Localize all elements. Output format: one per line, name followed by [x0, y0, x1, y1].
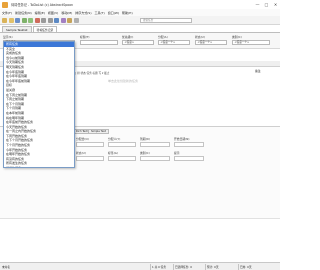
filter-status-label: 状态(U) — [195, 34, 205, 39]
tags-field[interactable] — [108, 156, 136, 161]
print-icon[interactable] — [60, 17, 66, 23]
new-task-icon[interactable] — [21, 17, 27, 23]
assigned-to-field[interactable] — [76, 142, 104, 147]
menu-view[interactable]: 视图(V) — [48, 11, 58, 15]
filter-priority-select[interactable]: <任意> — [122, 40, 154, 45]
menu-edit[interactable]: 编辑(E) — [35, 11, 45, 15]
window-title: 待将任务记 - ToDoList (c) AbstractSpoon — [11, 3, 74, 7]
comments-area[interactable] — [0, 218, 280, 262]
new-subtask-icon[interactable] — [28, 17, 33, 23]
status-field[interactable] — [76, 156, 104, 161]
filter-show-label: 显示(S) — [3, 34, 13, 39]
help-icon[interactable] — [73, 17, 79, 23]
tab-label: 待将任务记录 — [36, 27, 54, 32]
assigned-to-label: 分配给(O) — [76, 137, 89, 141]
menu-bar: 文件(F) 新建任务(N) 编辑(E) 视图(V) 移动(M) 排序方式(S) … — [0, 9, 280, 16]
filter-assigned-select[interactable]: <任意一个> — [158, 40, 190, 45]
app-icon — [2, 1, 8, 8]
preferences-icon[interactable] — [67, 17, 72, 23]
tags-label: 标签(G) — [108, 151, 118, 155]
status-bar: 未命名 1 共 0 任务 已选择任务: 0 预计: 0天 已用: 0天 — [0, 262, 280, 270]
filter-show-dropdown-list[interactable]: 所有任务 不完全 完成的任务 当今以前到期 今天到期任务 明天到期任务 在今年底到期 在今年年… — [3, 41, 75, 168]
status-task-count: 1 共 0 任务 — [152, 264, 167, 269]
status-selected: 已选择任务: 0 — [175, 264, 192, 269]
status-file: 未命名 — [2, 264, 11, 269]
status-spent: 已用: 0天 — [240, 264, 252, 269]
find-icon[interactable] — [54, 17, 59, 23]
minimize-button[interactable]: — — [253, 0, 262, 8]
tab-current-tasklist[interactable]: 待将任务记录 — [32, 26, 58, 32]
menu-new-task[interactable]: 新建任务(N) — [15, 11, 32, 15]
tasklist-tabs: Sample Tasklist 待将任务记录 — [0, 26, 280, 33]
dropdown-option[interactable]: 标记的任务 — [4, 166, 74, 167]
maximize-button[interactable]: □ — [262, 0, 271, 8]
filter-title-input[interactable] — [80, 40, 118, 45]
filter-category-label: 类别(C) — [232, 34, 242, 39]
column-headers[interactable]: 标 | 排 状态 任务 标题 写 ▾ 截止 — [72, 71, 109, 75]
status-separator — [238, 264, 239, 270]
menu-window[interactable]: 窗口(W) — [108, 11, 119, 15]
filter-category-select[interactable]: <任意一个> — [232, 40, 270, 45]
due-date-label: 到期(D) — [140, 137, 150, 141]
undo-icon[interactable] — [41, 17, 46, 23]
new-file-icon[interactable] — [2, 17, 7, 23]
menu-help[interactable]: 帮助(H) — [122, 11, 133, 15]
category-field[interactable] — [140, 156, 170, 161]
status-label: 状态(U) — [76, 151, 86, 155]
empty-list-hint[interactable]: 单击此处创建新的任务 — [108, 79, 138, 83]
toolbar: 搜索任务 — [0, 16, 280, 25]
filter-title-label: 标题(T) — [80, 34, 90, 39]
status-separator — [173, 264, 174, 270]
menu-move[interactable]: 移动(M) — [61, 11, 72, 15]
save-icon[interactable] — [15, 17, 20, 23]
filter-status-select[interactable]: <任意一个> — [195, 40, 227, 45]
comments-label: 备注 — [255, 69, 261, 73]
tab-label: Sample Tasklist — [6, 27, 28, 32]
close-button[interactable]: ✕ — [271, 0, 280, 8]
assigned-by-field[interactable] — [108, 142, 136, 147]
assigned-by-label: 分配人(Y) — [108, 137, 121, 141]
menu-tools[interactable]: 工具(T) — [95, 11, 105, 15]
menu-file[interactable]: 文件(F) — [2, 11, 12, 15]
open-folder-icon[interactable] — [8, 17, 14, 23]
redo-icon[interactable] — [47, 17, 53, 23]
reminder-field[interactable] — [174, 156, 204, 161]
status-separator — [150, 264, 151, 270]
status-separator — [205, 264, 206, 270]
search-input[interactable]: 搜索任务 — [140, 18, 192, 23]
window-controls: — □ ✕ — [253, 0, 280, 8]
start-date-field[interactable] — [174, 142, 204, 147]
comments-format-simple[interactable]: Simple Text — [88, 129, 109, 134]
menu-sort[interactable]: 排序方式(S) — [75, 11, 91, 15]
filter-assigned-label: 分配(A) — [158, 34, 168, 39]
reminder-label: 提示 — [174, 151, 180, 155]
status-estimate: 预计: 0天 — [207, 264, 219, 269]
start-date-label: 开始日期(N) — [174, 137, 190, 141]
filter-priority-label: 优先级(I) — [122, 34, 134, 39]
tab-sample-tasklist[interactable]: Sample Tasklist — [2, 26, 32, 32]
title-bar: 待将任务记 - ToDoList (c) AbstractSpoon — □ ✕ — [0, 0, 280, 9]
delete-icon[interactable] — [34, 17, 40, 23]
due-date-field[interactable] — [140, 142, 170, 147]
category-label: 类别(C) — [140, 151, 150, 155]
